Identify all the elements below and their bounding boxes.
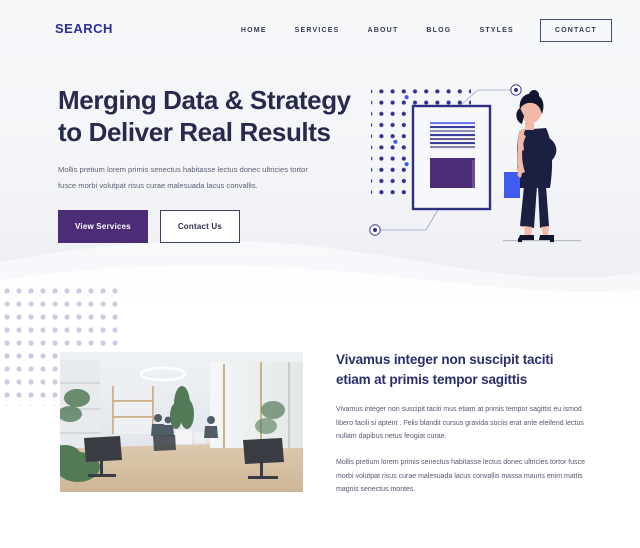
hero-content: Merging Data & Strategy to Deliver Real … — [58, 85, 358, 243]
feature-heading: Vivamus integer non suscipit taciti etia… — [336, 350, 588, 389]
nav-item-blog[interactable]: BLOG — [412, 22, 465, 40]
office-interior-image — [60, 352, 303, 492]
blue-folder — [504, 172, 520, 198]
view-services-button[interactable]: View Services — [58, 209, 148, 243]
hero-paragraph: Mollis pretium lorem primis senectus hab… — [58, 165, 308, 190]
feature-text-block: Vivamus integer non suscipit taciti etia… — [336, 350, 588, 497]
feature-paragraph-2: Mollis pretium lorem primis senectus hab… — [336, 459, 585, 494]
hero-heading-line1: Merging Data & Strategy — [58, 85, 351, 115]
woman-figure — [503, 90, 581, 242]
hero-document-card — [411, 104, 492, 211]
feature-section: Vivamus integer non suscipit taciti etia… — [0, 288, 640, 500]
top-navigation-bar: SEARCH HOME SERVICES ABOUT BLOG STYLES C… — [0, 0, 640, 56]
site-logo[interactable]: SEARCH — [55, 21, 113, 36]
hero-node-top — [510, 84, 522, 96]
hero-illustration — [369, 84, 581, 242]
feature-paragraph-1: Vivamus integer non suscipit taciti mus … — [336, 406, 584, 441]
landing-page: SEARCH HOME SERVICES ABOUT BLOG STYLES C… — [0, 0, 640, 548]
hero-heading-line2: to Deliver Real Results — [58, 116, 331, 147]
nav-links: HOME SERVICES ABOUT BLOG STYLES CONTACT — [227, 19, 612, 42]
nav-item-services[interactable]: SERVICES — [281, 22, 354, 40]
nav-item-styles[interactable]: STYLES — [465, 22, 527, 40]
feature-heading-line2: etiam at primis tempor sagittis — [336, 371, 528, 387]
hero-node-bottom — [369, 224, 381, 236]
hero-heading: Merging Data & Strategy to Deliver Real … — [58, 85, 358, 148]
featured-on-section: FEATURED ON HubSpt The Guardian W I R E … — [0, 500, 640, 548]
hero-section: SEARCH HOME SERVICES ABOUT BLOG STYLES C… — [0, 0, 640, 300]
document-block — [430, 158, 475, 188]
hero-buttons: View Services Contact Us — [58, 209, 358, 243]
nav-item-about[interactable]: ABOUT — [354, 22, 413, 40]
contact-us-button[interactable]: Contact Us — [159, 209, 241, 243]
nav-contact-button[interactable]: CONTACT — [539, 19, 612, 42]
feature-heading-line1: Vivamus integer non suscipit taciti — [336, 352, 554, 367]
nav-item-home[interactable]: HOME — [227, 22, 281, 40]
